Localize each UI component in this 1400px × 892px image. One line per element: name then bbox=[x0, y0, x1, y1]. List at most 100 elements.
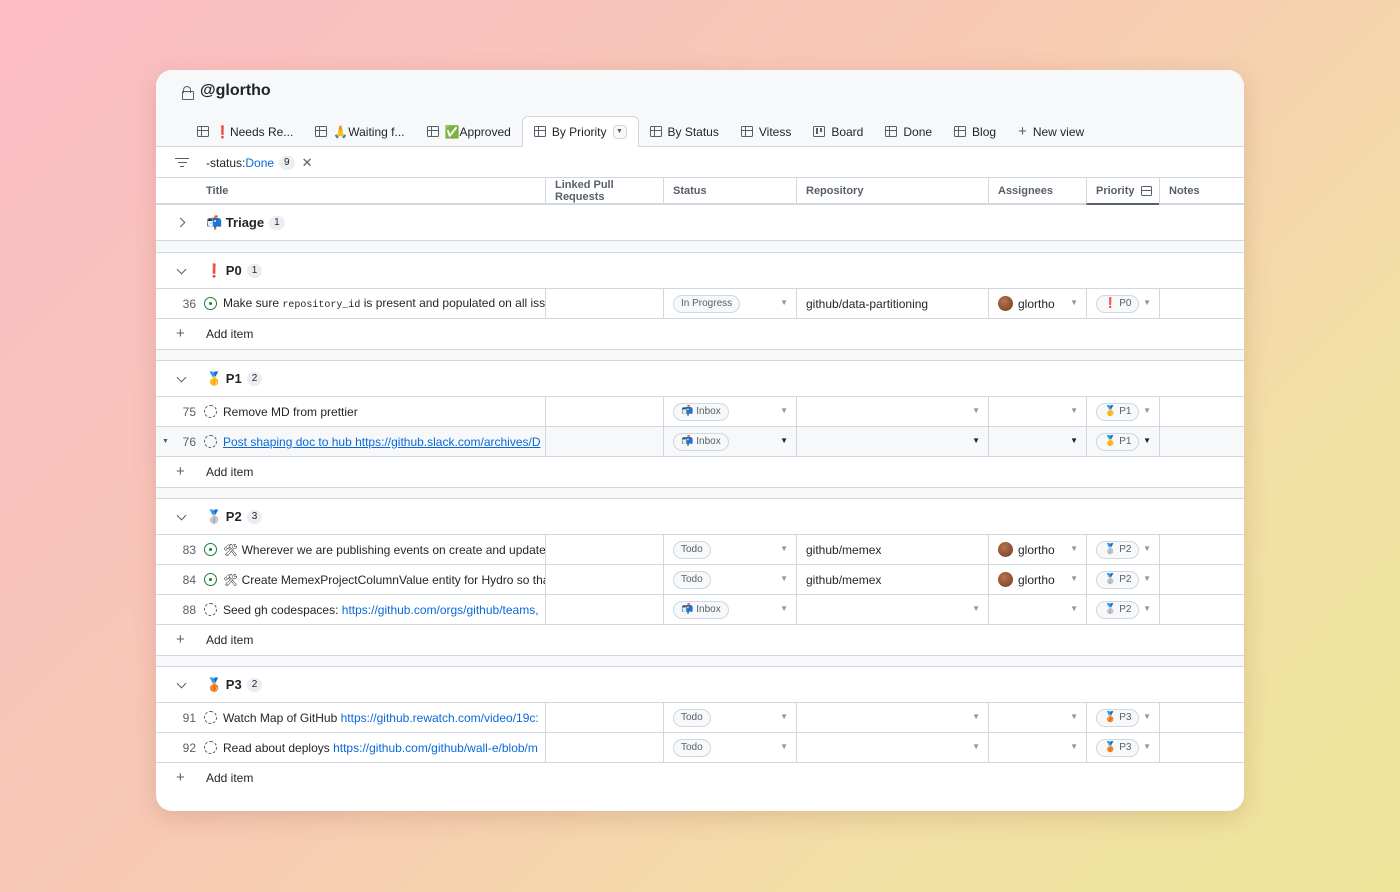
assignees-cell[interactable]: glortho ▼ bbox=[988, 535, 1086, 564]
priority-cell[interactable]: 🥈 P2 ▼ bbox=[1086, 595, 1159, 624]
column-title[interactable]: Title bbox=[206, 178, 545, 203]
group-header-p1[interactable]: 🥇 P1 2 bbox=[156, 361, 1244, 397]
project-title[interactable]: @glortho bbox=[200, 82, 271, 100]
chevron-down-icon[interactable]: ▼ bbox=[972, 406, 980, 415]
view-options-button[interactable]: ▼ bbox=[612, 124, 627, 139]
linked-pr-cell[interactable] bbox=[545, 595, 663, 624]
item-title[interactable]: Post shaping doc to hub https://github.s… bbox=[204, 427, 545, 456]
chevron-down-icon[interactable]: ▼ bbox=[780, 574, 788, 583]
repository-cell[interactable]: ▼ bbox=[796, 733, 988, 762]
add-item-button[interactable]: + Add item bbox=[156, 457, 1244, 487]
priority-cell[interactable]: ❗ P0 ▼ bbox=[1086, 289, 1159, 318]
item-title[interactable]: 🛠 Create MemexProjectColumnValue entity … bbox=[204, 565, 545, 594]
chevron-down-icon[interactable]: ▼ bbox=[972, 436, 980, 445]
table-row[interactable]: ▼ 76 Post shaping doc to hub https://git… bbox=[156, 427, 1244, 457]
status-cell[interactable]: Todo ▼ bbox=[663, 703, 796, 732]
chevron-down-icon[interactable]: ▼ bbox=[1143, 742, 1151, 751]
chevron-down-icon[interactable]: ▼ bbox=[1070, 436, 1078, 445]
assignees-cell[interactable]: ▼ bbox=[988, 733, 1086, 762]
chevron-down-icon[interactable]: ▼ bbox=[1143, 712, 1151, 721]
assignees-cell[interactable]: ▼ bbox=[988, 397, 1086, 426]
assignees-cell[interactable]: glortho ▼ bbox=[988, 289, 1086, 318]
chevron-down-icon[interactable]: ▼ bbox=[780, 742, 788, 751]
priority-cell[interactable]: 🥉 P3 ▼ bbox=[1086, 733, 1159, 762]
chevron-down-icon[interactable]: ▼ bbox=[1070, 574, 1078, 583]
chevron-down-icon[interactable]: ▼ bbox=[1070, 712, 1078, 721]
priority-cell[interactable]: 🥇 P1 ▼ bbox=[1086, 397, 1159, 426]
chevron-down-icon[interactable]: ▼ bbox=[1143, 436, 1151, 445]
chevron-down-icon[interactable]: ▼ bbox=[972, 742, 980, 751]
chevron-down-icon[interactable]: ▼ bbox=[1143, 574, 1151, 583]
column-repository[interactable]: Repository bbox=[796, 178, 988, 203]
chevron-down-icon[interactable]: ▼ bbox=[780, 298, 788, 307]
linked-pr-cell[interactable] bbox=[545, 535, 663, 564]
priority-cell[interactable]: 🥈 P2 ▼ bbox=[1086, 535, 1159, 564]
assignees-cell[interactable]: glortho ▼ bbox=[988, 565, 1086, 594]
chevron-down-icon[interactable]: ▼ bbox=[1143, 604, 1151, 613]
notes-cell[interactable] bbox=[1159, 535, 1244, 564]
priority-cell[interactable]: 🥉 P3 ▼ bbox=[1086, 703, 1159, 732]
status-cell[interactable]: Todo ▼ bbox=[663, 565, 796, 594]
linked-pr-cell[interactable] bbox=[545, 565, 663, 594]
table-row[interactable]: 36 Make sure repository_id is present an… bbox=[156, 289, 1244, 319]
group-header-p2[interactable]: 🥈 P2 3 bbox=[156, 499, 1244, 535]
chevron-down-icon[interactable]: ▼ bbox=[780, 712, 788, 721]
chevron-down-icon[interactable]: ▼ bbox=[780, 544, 788, 553]
table-row[interactable]: 83 🛠 Wherever we are publishing events o… bbox=[156, 535, 1244, 565]
tab-blog[interactable]: Blog bbox=[943, 116, 1007, 147]
notes-cell[interactable] bbox=[1159, 427, 1244, 456]
chevron-down-icon[interactable]: ▼ bbox=[1070, 406, 1078, 415]
chevron-down-icon[interactable] bbox=[176, 510, 187, 521]
repository-cell[interactable]: github/memex bbox=[796, 535, 988, 564]
item-title[interactable]: 🛠 Wherever we are publishing events on c… bbox=[204, 535, 545, 564]
table-row[interactable]: 84 🛠 Create MemexProjectColumnValue enti… bbox=[156, 565, 1244, 595]
item-title[interactable]: Watch Map of GitHub https://github.rewat… bbox=[204, 703, 545, 732]
status-cell[interactable]: Todo ▼ bbox=[663, 733, 796, 762]
chevron-down-icon[interactable] bbox=[176, 372, 187, 383]
chevron-down-icon[interactable]: ▼ bbox=[780, 604, 788, 613]
table-row[interactable]: 92 Read about deploys https://github.com… bbox=[156, 733, 1244, 763]
title-link[interactable]: Post shaping doc to hub https://github.s… bbox=[223, 435, 541, 449]
linked-pr-cell[interactable] bbox=[545, 703, 663, 732]
tab-waiting[interactable]: 🙏Waiting f... bbox=[304, 116, 415, 147]
group-header-p0[interactable]: ❗ P0 1 bbox=[156, 253, 1244, 289]
chevron-down-icon[interactable]: ▼ bbox=[1070, 604, 1078, 613]
linked-pr-cell[interactable] bbox=[545, 289, 663, 318]
notes-cell[interactable] bbox=[1159, 595, 1244, 624]
status-cell[interactable]: 📬 Inbox ▼ bbox=[663, 427, 796, 456]
status-cell[interactable]: 📬 Inbox ▼ bbox=[663, 595, 796, 624]
assignees-cell[interactable]: ▼ bbox=[988, 703, 1086, 732]
column-linked-pull-requests[interactable]: Linked Pull Requests bbox=[545, 178, 663, 203]
chevron-down-icon[interactable]: ▼ bbox=[1143, 406, 1151, 415]
status-cell[interactable]: 📬 Inbox ▼ bbox=[663, 397, 796, 426]
item-title[interactable]: Seed gh codespaces: https://github.com/o… bbox=[204, 595, 545, 624]
notes-cell[interactable] bbox=[1159, 565, 1244, 594]
notes-cell[interactable] bbox=[1159, 703, 1244, 732]
item-title[interactable]: Read about deploys https://github.com/gi… bbox=[204, 733, 545, 762]
chevron-down-icon[interactable]: ▼ bbox=[1143, 544, 1151, 553]
status-cell[interactable]: Todo ▼ bbox=[663, 535, 796, 564]
group-header-p3[interactable]: 🥉 P3 2 bbox=[156, 667, 1244, 703]
new-view-button[interactable]: + New view bbox=[1007, 116, 1095, 147]
chevron-down-icon[interactable]: ▼ bbox=[780, 436, 788, 445]
status-cell[interactable]: In Progress ▼ bbox=[663, 289, 796, 318]
notes-cell[interactable] bbox=[1159, 397, 1244, 426]
column-priority[interactable]: Priority bbox=[1086, 178, 1159, 205]
assignees-cell[interactable]: ▼ bbox=[988, 427, 1086, 456]
table-row[interactable]: 91 Watch Map of GitHub https://github.re… bbox=[156, 703, 1244, 733]
chevron-down-icon[interactable]: ▼ bbox=[972, 712, 980, 721]
column-status[interactable]: Status bbox=[663, 178, 796, 203]
chevron-down-icon[interactable] bbox=[176, 264, 187, 275]
linked-pr-cell[interactable] bbox=[545, 427, 663, 456]
clear-filter-button[interactable]: ✕ bbox=[302, 155, 313, 171]
item-title[interactable]: Remove MD from prettier bbox=[204, 397, 545, 426]
chevron-down-icon[interactable]: ▼ bbox=[780, 406, 788, 415]
priority-cell[interactable]: 🥈 P2 ▼ bbox=[1086, 565, 1159, 594]
repository-cell[interactable]: ▼ bbox=[796, 595, 988, 624]
add-item-button[interactable]: + Add item bbox=[156, 319, 1244, 349]
add-item-button[interactable]: + Add item bbox=[156, 625, 1244, 655]
notes-cell[interactable] bbox=[1159, 289, 1244, 318]
priority-cell[interactable]: 🥇 P1 ▼ bbox=[1086, 427, 1159, 456]
filter-icon[interactable] bbox=[175, 158, 189, 167]
column-notes[interactable]: Notes bbox=[1159, 178, 1244, 203]
